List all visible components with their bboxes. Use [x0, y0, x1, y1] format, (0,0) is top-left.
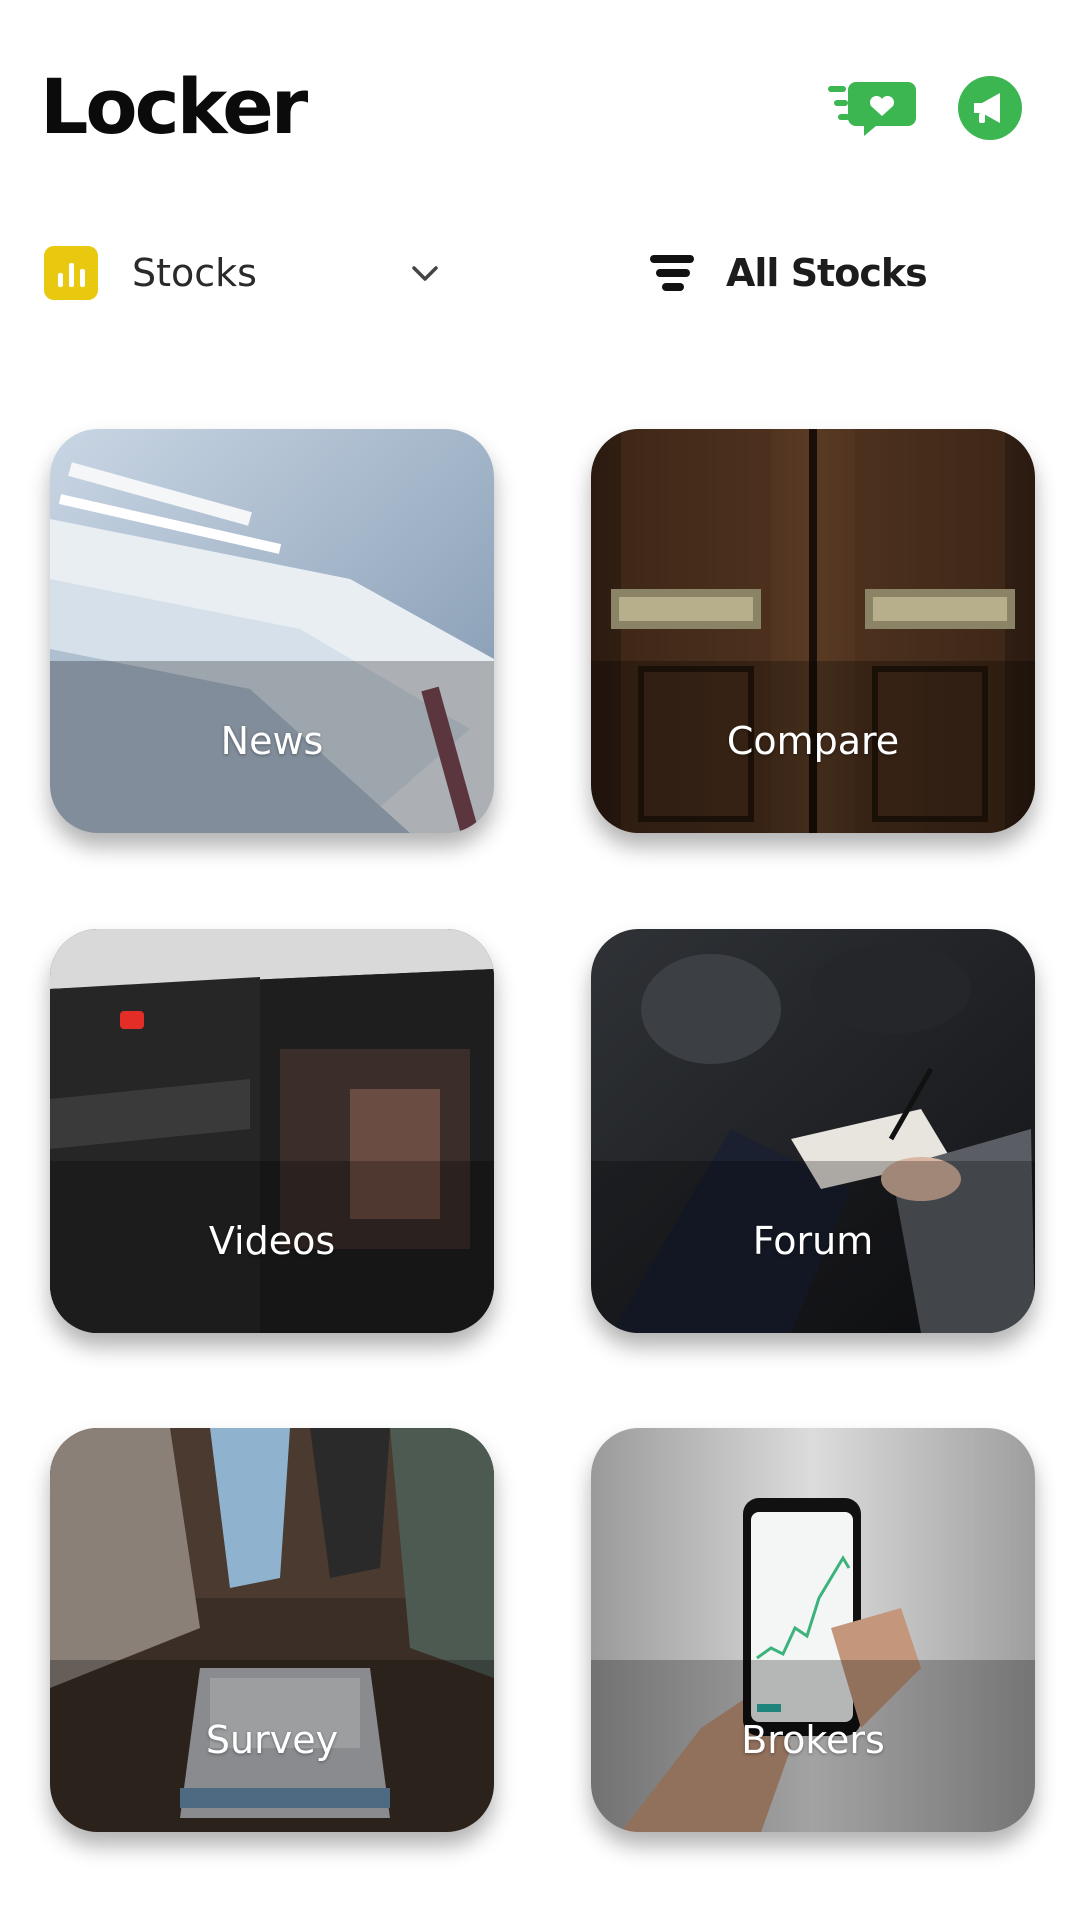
tile-forum[interactable]: Forum: [591, 929, 1035, 1333]
scope-label: All Stocks: [726, 251, 928, 295]
app-title: Locker: [40, 62, 308, 151]
tile-label: Videos: [208, 1219, 336, 1263]
tile-label: Survey: [205, 1718, 339, 1762]
megaphone-icon: [974, 93, 1000, 123]
tile-label: Forum: [752, 1219, 874, 1263]
tile-label: Brokers: [741, 1718, 885, 1762]
tile-news[interactable]: News: [50, 429, 494, 833]
chat-heart-icon: [828, 82, 916, 136]
tile-label: Compare: [726, 719, 900, 763]
sort-lines-icon: [650, 255, 694, 291]
tile-compare[interactable]: Compare: [591, 429, 1035, 833]
tile-survey[interactable]: Survey: [50, 1428, 494, 1832]
feedback-button[interactable]: [826, 78, 918, 136]
tile-brokers[interactable]: Brokers: [591, 1428, 1035, 1832]
category-label: Stocks: [132, 251, 257, 295]
bar-chart-icon: [44, 246, 98, 300]
tile-label: News: [220, 719, 324, 763]
announcements-button[interactable]: [958, 76, 1022, 140]
category-dropdown[interactable]: Stocks: [44, 244, 454, 302]
tile-videos[interactable]: Videos: [50, 929, 494, 1333]
all-stocks-filter[interactable]: All Stocks: [648, 244, 928, 302]
chevron-down-icon: [412, 266, 438, 281]
